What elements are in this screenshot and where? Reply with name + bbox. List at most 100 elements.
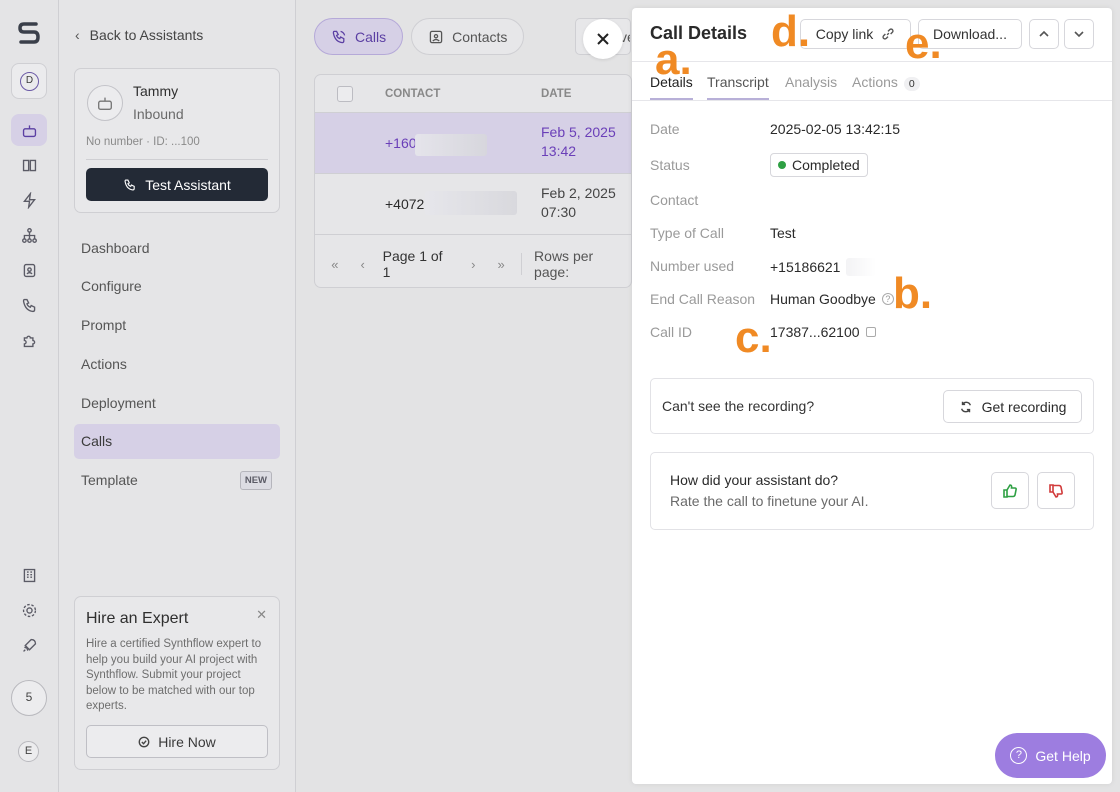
puzzle-icon[interactable] (11, 324, 47, 356)
annotation-a: a. (655, 35, 692, 84)
sidebar-item-label: Deployment (81, 394, 156, 411)
lightning-icon[interactable] (11, 184, 47, 216)
test-assistant-button[interactable]: Test Assistant (86, 168, 268, 201)
row-contact: +160 (385, 135, 417, 151)
tab-transcript[interactable]: Transcript (707, 74, 769, 100)
book-icon[interactable] (11, 149, 47, 181)
close-panel-button[interactable] (583, 19, 623, 59)
refresh-icon (960, 401, 971, 412)
chevron-up-icon (1039, 30, 1049, 37)
sidebar-item-label: Dashboard (81, 239, 150, 256)
copy-link-button[interactable]: Copy link (800, 19, 911, 49)
workspace-switcher[interactable]: D (11, 63, 47, 99)
next-page-icon[interactable]: › (465, 257, 481, 272)
row-date: Feb 2, 2025 07:30 (541, 184, 616, 222)
hire-expert-card: Hire an Expert ✕ Hire a certified Synthf… (74, 596, 280, 770)
thumbs-down-button[interactable] (1037, 472, 1075, 509)
sidebar-item-label: Prompt (81, 317, 127, 334)
sidebar-item-label: Template (81, 472, 138, 489)
sidebar-item-dashboard[interactable]: Dashboard (74, 230, 280, 265)
tab-label: Contacts (452, 28, 508, 45)
number-text: +15186621 (770, 259, 841, 275)
get-help-button[interactable]: ? Get Help (995, 733, 1106, 778)
robot-icon (98, 97, 112, 110)
last-page-icon[interactable]: » (493, 257, 509, 272)
divider (86, 159, 268, 160)
tab-label: Actions (852, 74, 898, 90)
expert-description: Hire a certified Synthflow expert to hel… (86, 638, 262, 712)
hire-now-button[interactable]: Hire Now (86, 725, 268, 758)
type-label: Type of Call (650, 225, 724, 241)
thumbs-up-icon (1003, 483, 1017, 498)
tab-label: Calls (355, 28, 387, 45)
status-badge: Completed (770, 153, 868, 177)
date-label: Date (650, 121, 680, 137)
table-row[interactable]: +4072 Feb 2, 2025 07:30 (315, 174, 631, 235)
copy-icon[interactable] (865, 327, 876, 337)
sidebar-nav: Dashboard Configure Prompt Actions Deplo… (74, 230, 280, 502)
thumbs-up-button[interactable] (991, 472, 1029, 509)
sidebar-item-template[interactable]: Template NEW (74, 463, 280, 498)
get-recording-button[interactable]: Get recording (943, 390, 1082, 423)
recording-prompt: Can't see the recording? (662, 398, 815, 414)
number-label: Number used (650, 258, 735, 274)
assistant-name: Tammy (133, 83, 179, 99)
test-assistant-label: Test Assistant (145, 176, 231, 193)
chevron-down-icon (1074, 31, 1084, 38)
tab-calls[interactable]: Calls (314, 18, 404, 55)
status-text: Completed (792, 157, 860, 173)
thumbs-down-icon (1049, 483, 1063, 498)
status-value: Completed (770, 153, 868, 177)
tab-analysis[interactable]: Analysis (785, 74, 837, 98)
table-row[interactable]: +160 Feb 5, 2025 13:42 (315, 113, 631, 174)
sidebar-item-configure[interactable]: Configure (74, 269, 280, 304)
synthflow-logo-icon[interactable] (14, 18, 44, 48)
callid-value: 17387...62100 (770, 324, 876, 340)
phone-call-icon (332, 30, 346, 43)
copy-link-label: Copy link (815, 26, 874, 42)
contacts-icon[interactable] (11, 254, 47, 286)
rocket-icon[interactable] (11, 629, 47, 661)
sidebar-item-label: Actions (81, 355, 127, 372)
gear-icon[interactable] (11, 594, 47, 626)
reason-text: Human Goodbye (770, 291, 876, 307)
row-contact: +4072 (385, 196, 425, 212)
assistants-icon[interactable] (11, 114, 47, 146)
select-all-checkbox[interactable] (337, 86, 353, 102)
previous-call-button[interactable] (1029, 19, 1059, 49)
panel-tabs: Details Transcript Analysis Actions 0 (632, 61, 1112, 101)
phone-icon[interactable] (11, 289, 47, 321)
sidebar-item-actions[interactable]: Actions (74, 346, 280, 381)
sidebar-item-calls[interactable]: Calls (74, 423, 280, 459)
main-tabs: Calls Contacts (314, 18, 525, 55)
building-icon[interactable] (11, 559, 47, 591)
tab-contacts[interactable]: Contacts (411, 18, 525, 55)
sidebar-item-label: Calls (81, 433, 113, 450)
next-call-button[interactable] (1064, 19, 1094, 49)
close-icon[interactable]: ✕ (256, 607, 267, 623)
first-page-icon[interactable]: « (327, 257, 343, 272)
pagination: « ‹ Page 1 of 1 › » Rows per page: (315, 239, 631, 287)
page-label: Page 1 of 1 (382, 248, 443, 280)
row-date-time: 07:30 (541, 204, 577, 220)
date-value: 2025-02-05 13:42:15 (770, 121, 900, 137)
flow-icon[interactable] (11, 219, 47, 251)
table-header: CONTACT DATE (315, 75, 631, 113)
redacted-blur (846, 258, 877, 276)
callid-text: 17387...62100 (770, 324, 860, 340)
workspace-initial: D (20, 72, 39, 91)
sidebar-item-prompt[interactable]: Prompt (74, 308, 280, 343)
profile-avatar[interactable]: E (18, 741, 39, 762)
column-header-contact: CONTACT (385, 88, 441, 100)
back-to-assistants-link[interactable]: ‹ Back to Assistants (75, 27, 203, 43)
tab-actions[interactable]: Actions 0 (852, 74, 920, 99)
user-avatar[interactable]: 5 (11, 680, 47, 716)
sidebar-item-deployment[interactable]: Deployment (74, 385, 280, 420)
prev-page-icon[interactable]: ‹ (355, 257, 371, 272)
row-date-time: 13:42 (541, 143, 577, 159)
call-details-panel: Call Details Copy link Download... Detai… (632, 8, 1112, 784)
assistant-meta: No number · ID: ...100 (86, 136, 200, 148)
get-recording-label: Get recording (981, 398, 1067, 415)
reason-value: Human Goodbye? (770, 291, 894, 307)
actions-count-badge: 0 (903, 77, 920, 91)
